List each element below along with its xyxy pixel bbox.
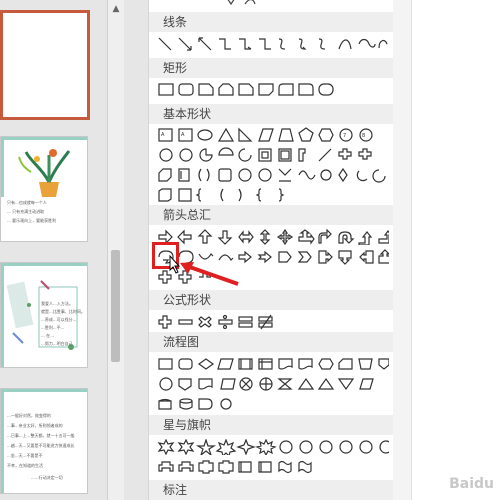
shape-row-lines <box>157 36 389 52</box>
category-header-callouts: 标注 <box>149 480 393 500</box>
category-header-basic-shapes: 基本形状 <box>149 104 393 124</box>
red-arrow-shaft <box>183 263 239 286</box>
slide-text-line: ... 要乐观向上，要能获胜利 <box>7 218 57 223</box>
slide-text-line: ...努力...明白自己 <box>41 341 73 346</box>
basic-shapes-2 <box>159 147 372 162</box>
slide-text-line: ......行动决定一切 <box>31 475 63 480</box>
basic-shapes-4 <box>158 188 285 202</box>
arrow-shapes-1 <box>158 229 389 245</box>
slide-text-line: ... 在... <box>41 333 54 338</box>
document-page <box>411 0 500 500</box>
shape-row-flowchart-2 <box>157 376 389 392</box>
svg-text:8: 8 <box>362 133 365 139</box>
shape-row-banners <box>157 459 389 475</box>
lines-shapes <box>158 37 388 51</box>
shape-row-arrows-1 <box>157 229 389 245</box>
slide-thumbnail-3[interactable]: 我爱人...入方法。 就是...比胜事、比时间。 ...养成...可以找分...… <box>0 262 88 368</box>
basic-shapes-1: A A 7 8 <box>158 127 373 142</box>
note-illustration <box>1 263 87 367</box>
watermark: Baidu <box>449 476 494 492</box>
category-header-block-arrows: 箭头总汇 <box>149 205 393 225</box>
category-header-stars-banners: 星与旗帜 <box>149 415 393 435</box>
shape-row-equation <box>157 314 389 330</box>
shape-row-basic-1: A A 7 8 <box>157 127 389 143</box>
banner-shapes <box>158 460 312 474</box>
scrollbar-thumb[interactable] <box>111 250 120 362</box>
slide-thumbnail-2[interactable]: 只有...也成就每一个人 ... 只有充满主动进取 ... 要乐观向上，要能获胜… <box>0 136 88 242</box>
shape-row-basic-4 <box>157 187 389 203</box>
slide-text-line: 就是...比胜事、比时间。 <box>41 309 85 314</box>
shape-row-basic-3 <box>157 167 389 183</box>
slide-text-line: ... 只有充满主动进取 <box>7 209 45 214</box>
slide-thumbnail-4[interactable]: ...一般好对然，效变得的 ...事...亲业太好，所则领者成的 ...已事..… <box>0 388 88 494</box>
shape-row-rectangles <box>157 82 389 98</box>
thumbnail-scrollbar[interactable]: ▲ <box>107 0 124 500</box>
svg-text:7: 7 <box>343 133 346 139</box>
shape-row-flowchart-1 <box>157 356 389 372</box>
equation-shapes <box>158 314 273 330</box>
document-area <box>393 0 500 500</box>
basic-shapes-3 <box>158 167 386 183</box>
slide-text-line: 我爱人...入方法。 <box>41 301 73 306</box>
flowchart-shapes-3 <box>158 398 232 410</box>
shape-row-flowchart-3 <box>157 396 389 412</box>
flowchart-shapes-1 <box>158 358 389 370</box>
slide-text-line: ...养成...可以找分... <box>41 317 77 322</box>
scroll-up-icon[interactable]: ▲ <box>111 4 121 14</box>
category-header-flowchart: 流程图 <box>149 332 393 352</box>
shape-row-basic-2 <box>157 147 389 163</box>
plant-illustration <box>1 137 87 197</box>
slide-canvas-edge <box>124 0 148 500</box>
slide-text-line: ...越...天...又要是不可能进力快速成长 <box>7 443 75 448</box>
flowchart-shapes-2 <box>159 377 374 391</box>
shape-row-stars-1 <box>157 439 389 455</box>
slide-thumbnail-1[interactable] <box>0 10 90 120</box>
cursor-icon <box>169 254 181 274</box>
star-shapes-1 <box>157 439 389 455</box>
rectangle-shapes <box>158 83 334 96</box>
slide-text-line: ...坐...天...不要是不 <box>7 453 43 458</box>
slide-text-line: 只有...也成就每一个人 <box>7 200 47 205</box>
svg-text:A: A <box>181 132 185 138</box>
slide-thumbnail-panel: 只有...也成就每一个人 ... 只有充满主动进取 ... 要乐观向上，要能获胜… <box>0 0 105 500</box>
category-header-lines: 线条 <box>149 12 393 32</box>
slide-text-line: 不幸，在知道的生活 <box>7 463 43 468</box>
svg-text:A: A <box>161 132 165 138</box>
shape-row-lines-partial <box>157 0 389 12</box>
slide-text-line: ...胜利...平... <box>41 325 65 330</box>
shape-gallery: 线条 矩形 基本形状 A A 7 8 箭头总汇 公式形状 流程图 星与旗帜 标注 <box>148 0 394 500</box>
shape-partial-icons <box>227 0 256 6</box>
slide-text-line: ...一般好对然，效变得的 <box>7 413 51 418</box>
annotation-arrow <box>169 254 239 286</box>
slide-text-line: ...已事...上...整天都，就一十五可一般 <box>7 433 75 438</box>
slide-text-line: ...事...亲业太好，所则领者成的 <box>7 423 63 428</box>
category-header-rectangles: 矩形 <box>149 58 393 78</box>
